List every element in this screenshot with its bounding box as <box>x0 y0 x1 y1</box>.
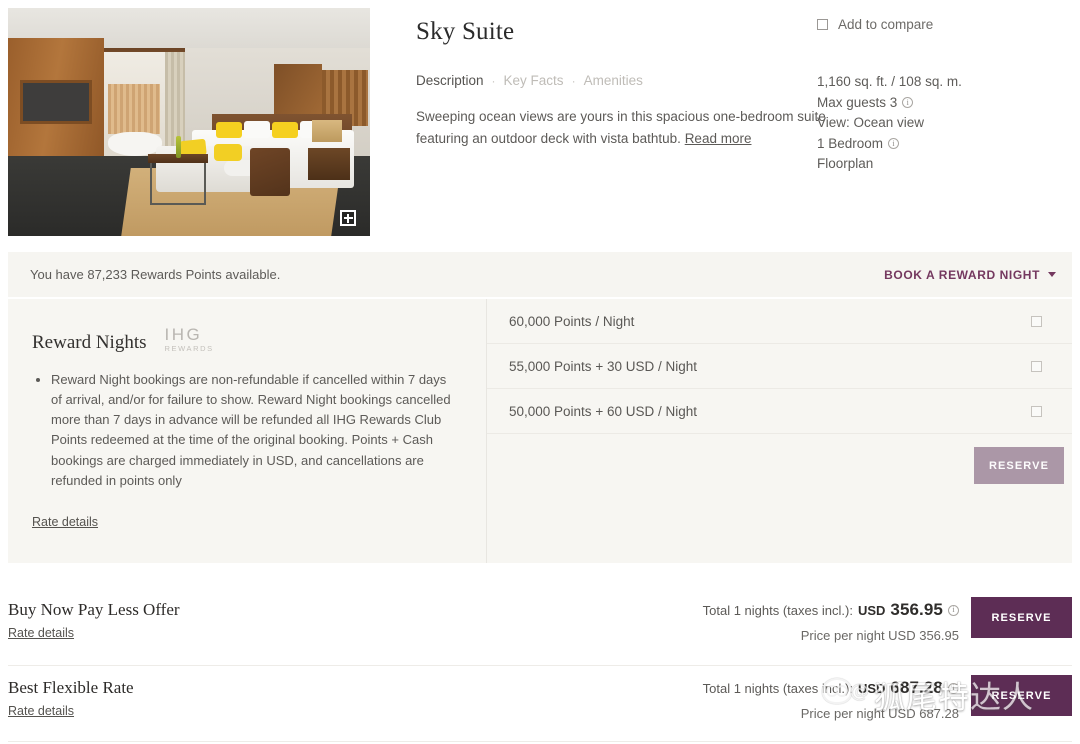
reward-nights-title: Reward Nights <box>32 331 147 353</box>
floorplan-link: Floorplan <box>817 156 874 171</box>
add-to-compare-checkbox[interactable] <box>817 19 828 30</box>
rate-details-link[interactable]: Rate details <box>8 704 74 718</box>
rate-total-prefix: Total 1 nights (taxes incl.): <box>702 680 853 696</box>
info-icon[interactable]: i <box>888 138 900 150</box>
room-rate-page: Sky Suite Description · Key Facts · Amen… <box>0 0 1080 744</box>
rate-name: Buy Now Pay Less Offer <box>8 600 180 619</box>
reward-nights-terms-item: Reward Night bookings are non-refundable… <box>51 370 460 492</box>
expand-plus-icon[interactable] <box>340 210 356 226</box>
reward-option-label: 60,000 Points / Night <box>509 313 635 329</box>
rate-prices: Total 1 nights (taxes incl.): USD 687.28… <box>703 678 959 721</box>
rate-total-prefix: Total 1 nights (taxes incl.): <box>702 602 853 618</box>
book-a-reward-night-button[interactable]: BOOK A REWARD NIGHT <box>884 268 1056 282</box>
reward-options-list: 60,000 Points / Night 55,000 Points + 30… <box>487 299 1072 563</box>
info-icon[interactable]: i <box>902 97 914 109</box>
fact-bedrooms: 1 Bedroom i <box>817 134 962 155</box>
tab-amenities[interactable]: Amenities <box>584 73 643 88</box>
rate-total: Total 1 nights (taxes incl.): USD 356.95… <box>703 600 959 620</box>
bottom-divider <box>8 741 1072 742</box>
room-description: Sweeping ocean views are yours in this s… <box>416 106 836 150</box>
rewards-points-available: You have 87,233 Rewards Points available… <box>30 267 281 282</box>
book-a-reward-night-label: BOOK A REWARD NIGHT <box>884 267 1040 282</box>
reward-option-checkbox[interactable] <box>1031 405 1042 417</box>
tab-separator: · <box>571 73 576 88</box>
fact-max-guests: Max guests 3 i <box>817 93 962 114</box>
suite-photo-image <box>8 8 370 236</box>
chevron-down-icon <box>1048 272 1056 277</box>
tab-key-facts[interactable]: Key Facts <box>504 73 564 88</box>
rate-currency: USD <box>857 680 886 696</box>
rate-details-link[interactable]: Rate details <box>8 626 74 640</box>
tab-separator: · <box>491 73 496 88</box>
add-to-compare-control[interactable]: Add to compare <box>817 17 933 32</box>
fact-view: View: Ocean view <box>817 115 925 130</box>
rewards-banner: You have 87,233 Rewards Points available… <box>8 252 1072 297</box>
reserve-button[interactable]: RESERVE <box>971 675 1072 716</box>
reward-option-row[interactable]: 55,000 Points + 30 USD / Night <box>487 344 1072 389</box>
reward-option-checkbox[interactable] <box>1031 360 1042 372</box>
ihg-logo-subtext: REWARDS <box>164 344 214 353</box>
rate-currency: USD <box>857 602 886 618</box>
reward-nights-panel: Reward Nights IHG REWARDS Reward Night b… <box>8 299 1072 563</box>
room-summary-section: Sky Suite Description · Key Facts · Amen… <box>0 0 1080 236</box>
reward-nights-terms: Reward Night bookings are non-refundable… <box>32 370 460 492</box>
tab-description[interactable]: Description <box>416 73 484 88</box>
room-description-text: Sweeping ocean views are yours in this s… <box>416 109 826 146</box>
reward-option-row[interactable]: 50,000 Points + 60 USD / Night <box>487 389 1072 434</box>
reward-nights-info: Reward Nights IHG REWARDS Reward Night b… <box>8 299 487 563</box>
tv-in-photo <box>20 80 92 124</box>
fact-size: 1,160 sq. ft. / 108 sq. m. <box>817 74 962 89</box>
ihg-rewards-logo: IHG REWARDS <box>165 326 214 354</box>
reward-option-checkbox[interactable] <box>1031 315 1042 327</box>
add-to-compare-label: Add to compare <box>838 17 934 32</box>
info-icon[interactable]: i <box>948 682 959 694</box>
rate-prices: Total 1 nights (taxes incl.): USD 356.95… <box>703 600 959 643</box>
room-key-facts: 1,160 sq. ft. / 108 sq. m. Max guests 3 … <box>817 72 962 175</box>
reward-option-label: 50,000 Points + 60 USD / Night <box>509 403 697 419</box>
read-more-link[interactable]: Read more <box>685 131 752 146</box>
reward-option-row[interactable]: 60,000 Points / Night <box>487 299 1072 344</box>
rate-total: Total 1 nights (taxes incl.): USD 687.28… <box>703 678 959 698</box>
room-info-tabs: Description · Key Facts · Amenities <box>416 73 1080 88</box>
rate-total-amount: 356.95 <box>890 600 943 619</box>
rate-per-night: Price per night USD 687.28 <box>800 706 959 721</box>
rate-row: Buy Now Pay Less Offer Rate details Tota… <box>8 588 1072 666</box>
reward-option-label: 55,000 Points + 30 USD / Night <box>509 358 697 374</box>
info-icon[interactable]: i <box>948 604 959 616</box>
suite-photo[interactable] <box>8 8 370 236</box>
reward-nights-header: Reward Nights IHG REWARDS <box>32 326 460 354</box>
ihg-logo-text: IHG <box>164 325 203 344</box>
rate-per-night: Price per night USD 356.95 <box>800 628 959 643</box>
rate-name: Best Flexible Rate <box>8 678 134 697</box>
rate-row: Best Flexible Rate Rate details Total 1 … <box>8 665 1072 743</box>
reserve-button[interactable]: RESERVE <box>971 597 1072 638</box>
rate-total-amount: 687.28 <box>890 678 943 697</box>
room-details: Sky Suite Description · Key Facts · Amen… <box>370 8 1080 236</box>
reward-reserve-button[interactable]: RESERVE <box>974 447 1064 484</box>
reward-rate-details-link[interactable]: Rate details <box>32 515 98 529</box>
page-title: Sky Suite <box>416 18 515 45</box>
